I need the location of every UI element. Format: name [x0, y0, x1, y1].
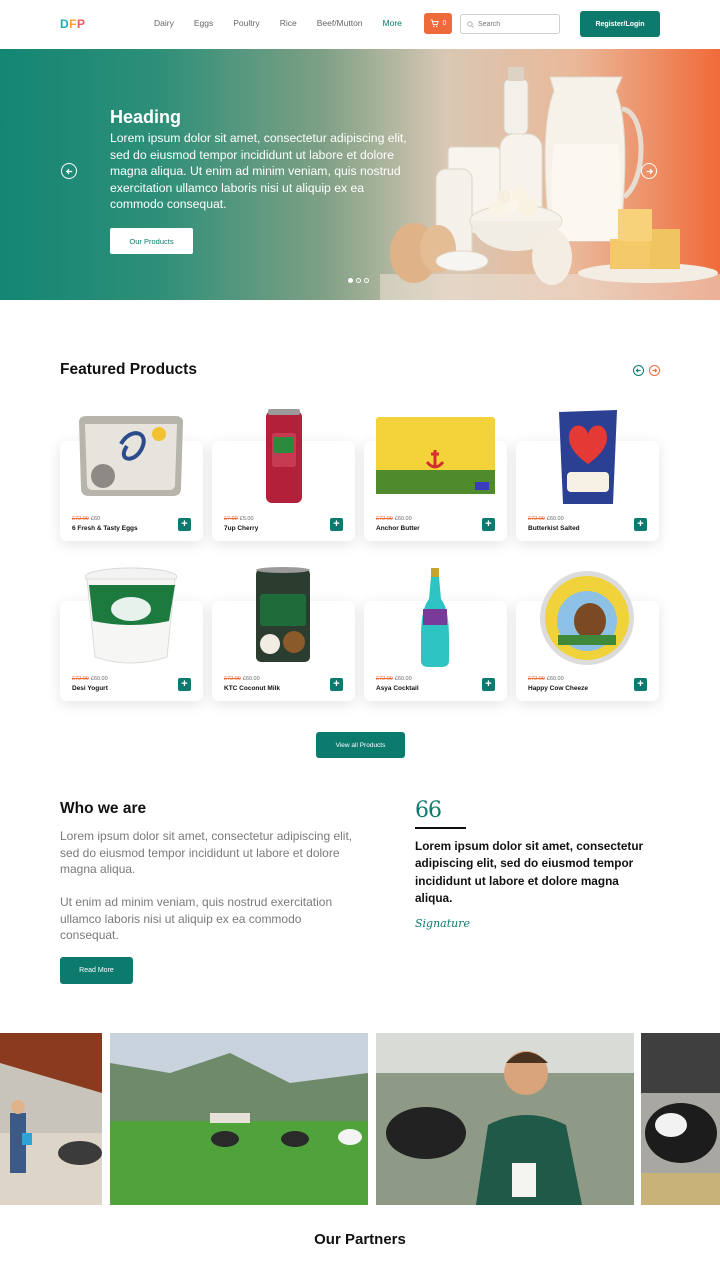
- product-price: £72.00 £60.00: [528, 676, 564, 682]
- nav-item-eggs[interactable]: Eggs: [194, 18, 213, 28]
- coconut-milk-can-image: [256, 567, 310, 662]
- main-nav: Dairy Eggs Poultry Rice Beef/Mutton More: [154, 18, 422, 28]
- add-to-cart-icon[interactable]: +: [482, 678, 495, 691]
- hero-description: Lorem ipsum dolor sit amet, consectetur …: [110, 131, 407, 212]
- barn-worker-photo: [0, 1033, 102, 1205]
- product-name: Desi Yogurt: [72, 685, 108, 692]
- add-to-cart-icon[interactable]: +: [330, 518, 343, 531]
- product-price: £7.00 £5.00: [224, 516, 254, 522]
- product-current-price: £5.00: [239, 516, 254, 522]
- product-old-price: £7.00: [224, 516, 238, 522]
- desi-yogurt-tub-image: [85, 567, 178, 664]
- hero-banner: Heading Lorem ipsum dolor sit amet, cons…: [0, 49, 720, 300]
- add-to-cart-icon[interactable]: +: [330, 678, 343, 691]
- nav-item-poultry[interactable]: Poultry: [233, 18, 259, 28]
- logo-letter-d: D: [60, 17, 70, 31]
- nav-item-rice[interactable]: Rice: [280, 18, 297, 28]
- eggs-carton-image: [79, 416, 183, 496]
- product-name: Anchor Butter: [376, 525, 420, 532]
- signature: Signature: [415, 917, 471, 930]
- product-old-price: £72.00: [376, 676, 393, 682]
- product-current-price: £60.00: [546, 516, 564, 522]
- product-name: 6 Fresh & Tasty Eggs: [72, 525, 138, 532]
- cows-grazing-photo: [110, 1033, 368, 1205]
- product-current-price: £60.00: [394, 516, 412, 522]
- product-name: Butterkist Salted: [528, 525, 580, 532]
- page: DFP Dairy Eggs Poultry Rice Beef/Mutton …: [0, 0, 720, 1281]
- register-login-button[interactable]: Register/Login: [580, 11, 660, 37]
- product-old-price: £72.00: [72, 516, 89, 522]
- hero-heading: Heading: [110, 107, 182, 127]
- view-all-products-button[interactable]: View all Products: [316, 732, 405, 758]
- product-name: Happy Cow Cheeze: [528, 685, 588, 692]
- hero-next-arrow-icon[interactable]: [641, 163, 657, 179]
- product-old-price: £72.00: [528, 516, 545, 522]
- product-old-price: £72.00: [72, 676, 89, 682]
- who-we-are-title: Who we are: [60, 800, 147, 817]
- carousel-dot[interactable]: [356, 278, 361, 283]
- featured-prev-arrow-icon[interactable]: [633, 365, 644, 376]
- header: DFP Dairy Eggs Poultry Rice Beef/Mutton …: [0, 0, 720, 49]
- logo[interactable]: DFP: [60, 17, 86, 31]
- who-we-are-paragraph-1: Lorem ipsum dolor sit amet, consectetur …: [60, 829, 353, 877]
- featured-next-arrow-icon[interactable]: [649, 365, 660, 376]
- product-name: KTC Coconut Milk: [224, 685, 280, 692]
- happy-cow-cheese-image: [540, 571, 634, 665]
- product-current-price: £60.00: [394, 676, 412, 682]
- product-old-price: £72.00: [528, 676, 545, 682]
- product-name: Asya Cocktail: [376, 685, 419, 692]
- asya-cocktail-bottle-image: [421, 568, 449, 667]
- carousel-dot[interactable]: [348, 278, 353, 283]
- product-price: £72.00 £60: [72, 516, 100, 522]
- barn-cows-photo: [641, 1033, 720, 1205]
- logo-letter-f: F: [69, 17, 78, 31]
- search-input[interactable]: [478, 20, 558, 28]
- 7up-can-image: [266, 409, 302, 503]
- product-old-price: £72.00: [376, 516, 393, 522]
- product-price: £72.00 £60.00: [376, 676, 412, 682]
- search-box[interactable]: [460, 14, 560, 34]
- dairy-products-image: [380, 67, 720, 300]
- quote-icon: 66: [415, 798, 442, 823]
- cart-icon: [430, 19, 439, 28]
- add-to-cart-icon[interactable]: +: [178, 678, 191, 691]
- add-to-cart-icon[interactable]: +: [634, 678, 647, 691]
- product-current-price: £60: [90, 516, 101, 522]
- add-to-cart-icon[interactable]: +: [634, 518, 647, 531]
- anchor-butter-image: [376, 417, 495, 494]
- search-icon: [467, 20, 474, 28]
- nav-item-beef-mutton[interactable]: Beef/Mutton: [317, 18, 363, 28]
- butterkist-bag-image: [559, 410, 617, 504]
- cart-button[interactable]: 0: [424, 13, 452, 34]
- our-partners-title: Our Partners: [314, 1231, 406, 1248]
- farmer-with-milk-photo: [376, 1033, 634, 1205]
- add-to-cart-icon[interactable]: +: [178, 518, 191, 531]
- who-we-are-paragraph-2: Ut enim ad minim veniam, quis nostrud ex…: [60, 895, 333, 943]
- featured-products-title: Featured Products: [60, 361, 197, 378]
- cart-count: 0: [442, 20, 447, 27]
- product-price: £72.00 £60.00: [528, 516, 564, 522]
- hero-prev-arrow-icon[interactable]: [61, 163, 77, 179]
- product-current-price: £60.00: [242, 676, 260, 682]
- product-price: £72.00 £60.00: [376, 516, 412, 522]
- product-old-price: £72.00: [224, 676, 241, 682]
- carousel-dot[interactable]: [364, 278, 369, 283]
- quote-text: Lorem ipsum dolor sit amet, consectetur …: [415, 839, 644, 906]
- product-current-price: £60.00: [546, 676, 564, 682]
- product-price: £72.00 £60.00: [72, 676, 108, 682]
- our-products-button[interactable]: Our Products: [110, 228, 193, 254]
- nav-item-more[interactable]: More: [383, 18, 402, 28]
- add-to-cart-icon[interactable]: +: [482, 518, 495, 531]
- product-current-price: £60.00: [90, 676, 108, 682]
- read-more-button[interactable]: Read More: [60, 957, 133, 984]
- nav-item-dairy[interactable]: Dairy: [154, 18, 174, 28]
- product-price: £72.00 £60.00: [224, 676, 260, 682]
- hero-carousel-dots: [348, 278, 369, 283]
- product-name: 7up Cherry: [224, 525, 259, 532]
- logo-letter-p: P: [77, 17, 86, 31]
- quote-divider: [415, 827, 466, 829]
